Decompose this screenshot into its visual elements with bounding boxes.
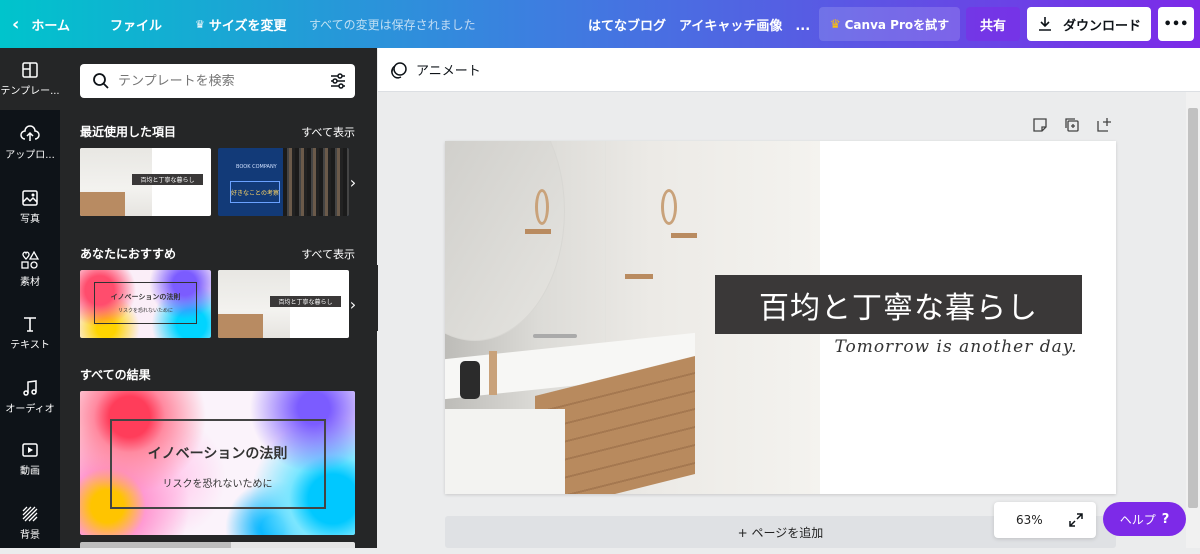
try-canva-pro-button[interactable]: ♛ Canva Proを試す <box>819 7 960 41</box>
download-button[interactable]: ダウンロード <box>1027 7 1151 41</box>
duplicate-page-icon[interactable] <box>1064 117 1080 137</box>
recommended-template-bath-thumbnail[interactable]: 百均と丁寧な暮らし <box>218 270 349 338</box>
design-subtitle[interactable]: Tomorrow is another day. <box>831 337 1081 357</box>
thumb-book-text: 好きなことの考察 <box>230 181 280 203</box>
recent-section-title: 最近使用した項目 <box>80 125 177 139</box>
file-menu-button[interactable]: ファイル <box>110 0 162 48</box>
thumb-bath-title: 百均と丁寧な暮らし <box>270 296 341 307</box>
recent-template-book-thumbnail[interactable]: BOOK COMPANY 好きなことの考察 <box>218 148 349 216</box>
side-rail: テンプレー... アップロ... 写真 素材 テキスト オーディオ 動画 背景 <box>0 48 60 548</box>
thumb-book-header: BOOK COMPANY <box>236 164 277 170</box>
crown-icon: ♛ <box>829 17 841 31</box>
background-icon <box>22 506 38 522</box>
template-search-box[interactable] <box>80 64 355 98</box>
chevron-right-icon: › <box>349 172 357 192</box>
thumb-innov-sub: リスクを恐れないために <box>117 308 173 314</box>
rail-item-audio[interactable]: オーディオ <box>0 366 60 428</box>
rail-item-elements[interactable]: 素材 <box>0 238 60 300</box>
upload-icon <box>20 125 40 141</box>
thumb-bath-title: 百均と丁寧な暮らし <box>132 174 203 185</box>
add-page-icon[interactable] <box>1096 117 1112 137</box>
result-template-next-thumbnail[interactable] <box>80 542 355 548</box>
thumb-innov-title: イノベーションの法則 <box>110 293 181 301</box>
all-results-section-title: すべての結果 <box>80 368 151 382</box>
recommended-template-innovation-thumbnail[interactable]: イノベーションの法則 リスクを恐れないために <box>80 270 211 338</box>
design-page[interactable]: 百均と丁寧な暮らし Tomorrow is another day. <box>445 141 1116 494</box>
audio-icon <box>23 380 37 396</box>
editor-toolbar: アニメート <box>378 48 1200 92</box>
resize-button[interactable]: ♛ サイズを変更 <box>195 0 287 48</box>
recommended-next-button[interactable]: › <box>343 270 363 338</box>
result-template-innovation-thumbnail[interactable]: イノベーションの法則 リスクを恐れないために <box>80 391 355 535</box>
crown-icon: ♛ <box>195 17 205 31</box>
recent-see-all-link[interactable]: すべて表示 <box>301 124 355 140</box>
recent-next-button[interactable]: › <box>343 148 363 216</box>
canvas-scrollbar-thumb[interactable] <box>1188 108 1198 508</box>
templates-panel: 最近使用した項目 すべて表示 百均と丁寧な暮らし BOOK COMPANY 好き… <box>60 48 377 548</box>
rail-item-templates[interactable]: テンプレー... <box>0 48 60 110</box>
fullscreen-icon[interactable] <box>1068 512 1084 528</box>
rail-item-photos[interactable]: 写真 <box>0 176 60 238</box>
design-title-box[interactable]: 百均と丁寧な暮らし <box>715 275 1082 334</box>
photo-icon <box>22 190 38 206</box>
search-icon <box>93 73 109 89</box>
chevron-right-icon: › <box>349 294 357 314</box>
rail-item-uploads[interactable]: アップロ... <box>0 112 60 174</box>
template-search-input[interactable] <box>118 73 308 89</box>
save-status: すべての変更は保存されました <box>309 17 476 32</box>
share-button[interactable]: 共有 <box>966 7 1020 41</box>
rail-item-video[interactable]: 動画 <box>0 428 60 490</box>
rail-item-text[interactable]: テキスト <box>0 302 60 364</box>
recent-template-bath-thumbnail[interactable]: 百均と丁寧な暮らし <box>80 148 211 216</box>
design-title-text: 百均と丁寧な暮らし <box>759 290 1038 326</box>
zoom-level[interactable]: 63% <box>1016 513 1043 527</box>
animate-button[interactable]: アニメート <box>390 60 481 79</box>
page-note-icon[interactable] <box>1032 117 1048 137</box>
video-icon <box>22 443 38 457</box>
animate-icon <box>391 61 407 79</box>
filter-icon[interactable] <box>329 72 347 90</box>
rail-item-background[interactable]: 背景 <box>0 492 60 554</box>
result-innov-sub: リスクを恐れないために <box>162 479 273 490</box>
recommended-section-title: あなたにおすすめ <box>80 247 177 261</box>
recommended-see-all-link[interactable]: すべて表示 <box>301 246 355 262</box>
more-options-button[interactable]: ••• <box>1158 7 1194 41</box>
text-icon <box>24 317 36 332</box>
help-button[interactable]: ヘルプ ? <box>1103 502 1186 536</box>
download-icon <box>1038 17 1051 31</box>
help-question-icon: ? <box>1161 511 1170 527</box>
result-innov-title: イノベーションの法則 <box>147 446 288 462</box>
template-icon <box>22 62 38 78</box>
home-button[interactable]: ‹ ホーム <box>12 0 70 48</box>
elements-icon <box>21 250 40 269</box>
top-bar: ‹ ホーム ファイル ♛ サイズを変更 すべての変更は保存されました はてなブロ… <box>0 0 1200 48</box>
chevron-left-icon: ‹ <box>12 13 20 35</box>
zoom-control: 63% <box>994 502 1096 538</box>
document-title[interactable]: はてなブログ アイキャッチ画像 ... <box>588 0 810 48</box>
